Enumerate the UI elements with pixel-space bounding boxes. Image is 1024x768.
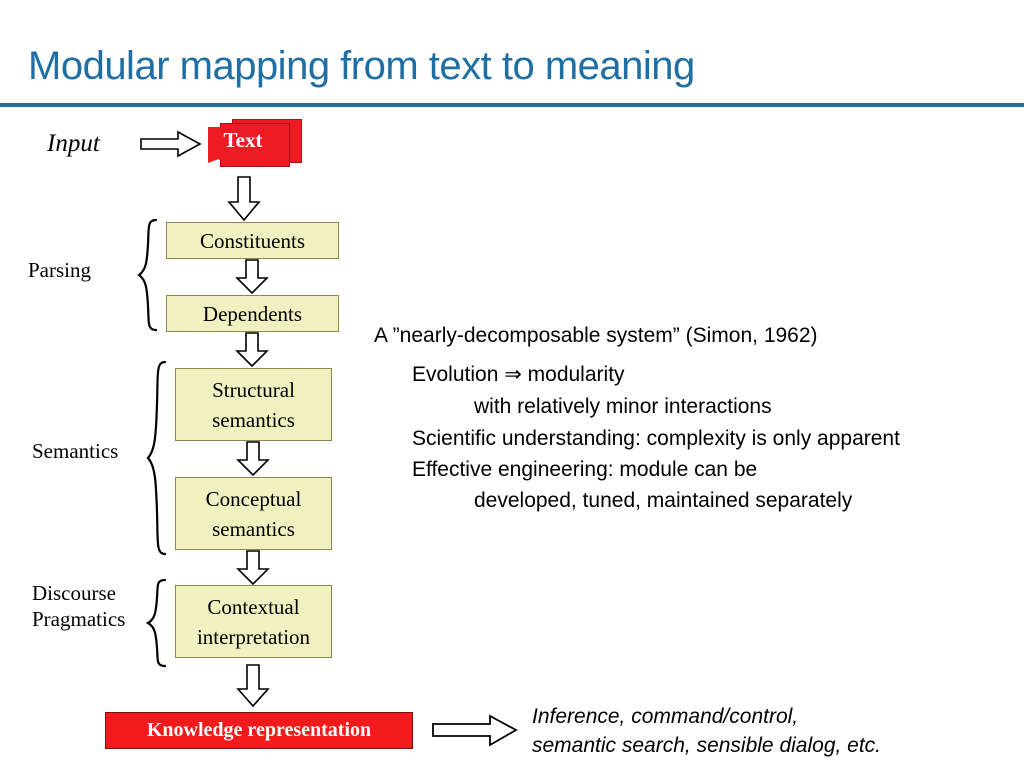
knowledge-representation-box: Knowledge representation [105,712,413,749]
text-document-label: Text [223,128,263,152]
output-caption-line-2: semantic search, sensible dialog, etc. [532,734,882,757]
pipeline-box-contextual-interpretation-line1: Contextual [207,594,300,619]
pipeline-box-contextual-interpretation-line2: interpretation [196,624,311,649]
contextual-to-knowledge-arrow-icon [236,664,270,708]
stage-label-semantics: Semantics [32,439,119,463]
pipeline-box-conceptual-semantics: Conceptual semantics [175,477,332,550]
note-line-1: A ”nearly-decomposable system” (Simon, 1… [374,324,818,347]
pipeline-box-contextual-interpretation: Contextual interpretation [175,585,332,658]
pipeline-box-conceptual-semantics-line1: Conceptual [205,486,302,511]
pipeline-box-constituents: Constituents [166,222,339,259]
note-line-2: Evolution ⇒ modularity [412,363,625,386]
knowledge-representation-label: Knowledge representation [146,719,372,741]
page-title: Modular mapping from text to meaning [28,44,695,88]
output-applications-caption: Inference, command/control, semantic sea… [532,702,881,760]
knowledge-to-applications-arrow-icon [432,714,518,747]
pipeline-box-dependents: Dependents [166,295,339,332]
pipeline-box-dependents-label: Dependents [202,301,303,326]
discourse-pragmatics-brace [146,578,167,668]
note-line-3: with relatively minor interactions [474,395,772,418]
input-label: Input [47,130,100,157]
note-line-6: developed, tuned, maintained separately [474,489,853,512]
semantics-brace [146,360,167,556]
pipeline-box-conceptual-semantics-line2: semantics [212,516,295,541]
structural-to-conceptual-arrow-icon [236,441,270,477]
parsing-brace [137,218,158,332]
constituents-to-dependents-arrow-icon [235,259,269,295]
conceptual-to-contextual-arrow-icon [236,550,270,586]
title-underline-rule [0,103,1024,107]
pipeline-box-structural-semantics-line1: Structural [212,377,295,402]
pipeline-box-constituents-label: Constituents [199,228,305,253]
note-line-4: Scientific understanding: complexity is … [412,427,900,450]
slide-canvas: Modular mapping from text to meaning Inp… [0,0,1024,768]
dependents-to-structural-arrow-icon [235,332,269,368]
pipeline-box-structural-semantics: Structural semantics [175,368,332,441]
input-to-text-arrow-icon [140,130,202,158]
stage-label-parsing: Parsing [28,258,91,282]
stage-label-discourse-pragmatics: Discourse Pragmatics [32,581,126,631]
pipeline-box-structural-semantics-line2: semantics [212,407,295,432]
text-to-constituents-arrow-icon [227,176,261,222]
text-document-stack: Text [208,119,302,171]
output-caption-line-1: Inference, command/control, [532,705,799,728]
note-line-5: Effective engineering: module can be [412,458,758,481]
